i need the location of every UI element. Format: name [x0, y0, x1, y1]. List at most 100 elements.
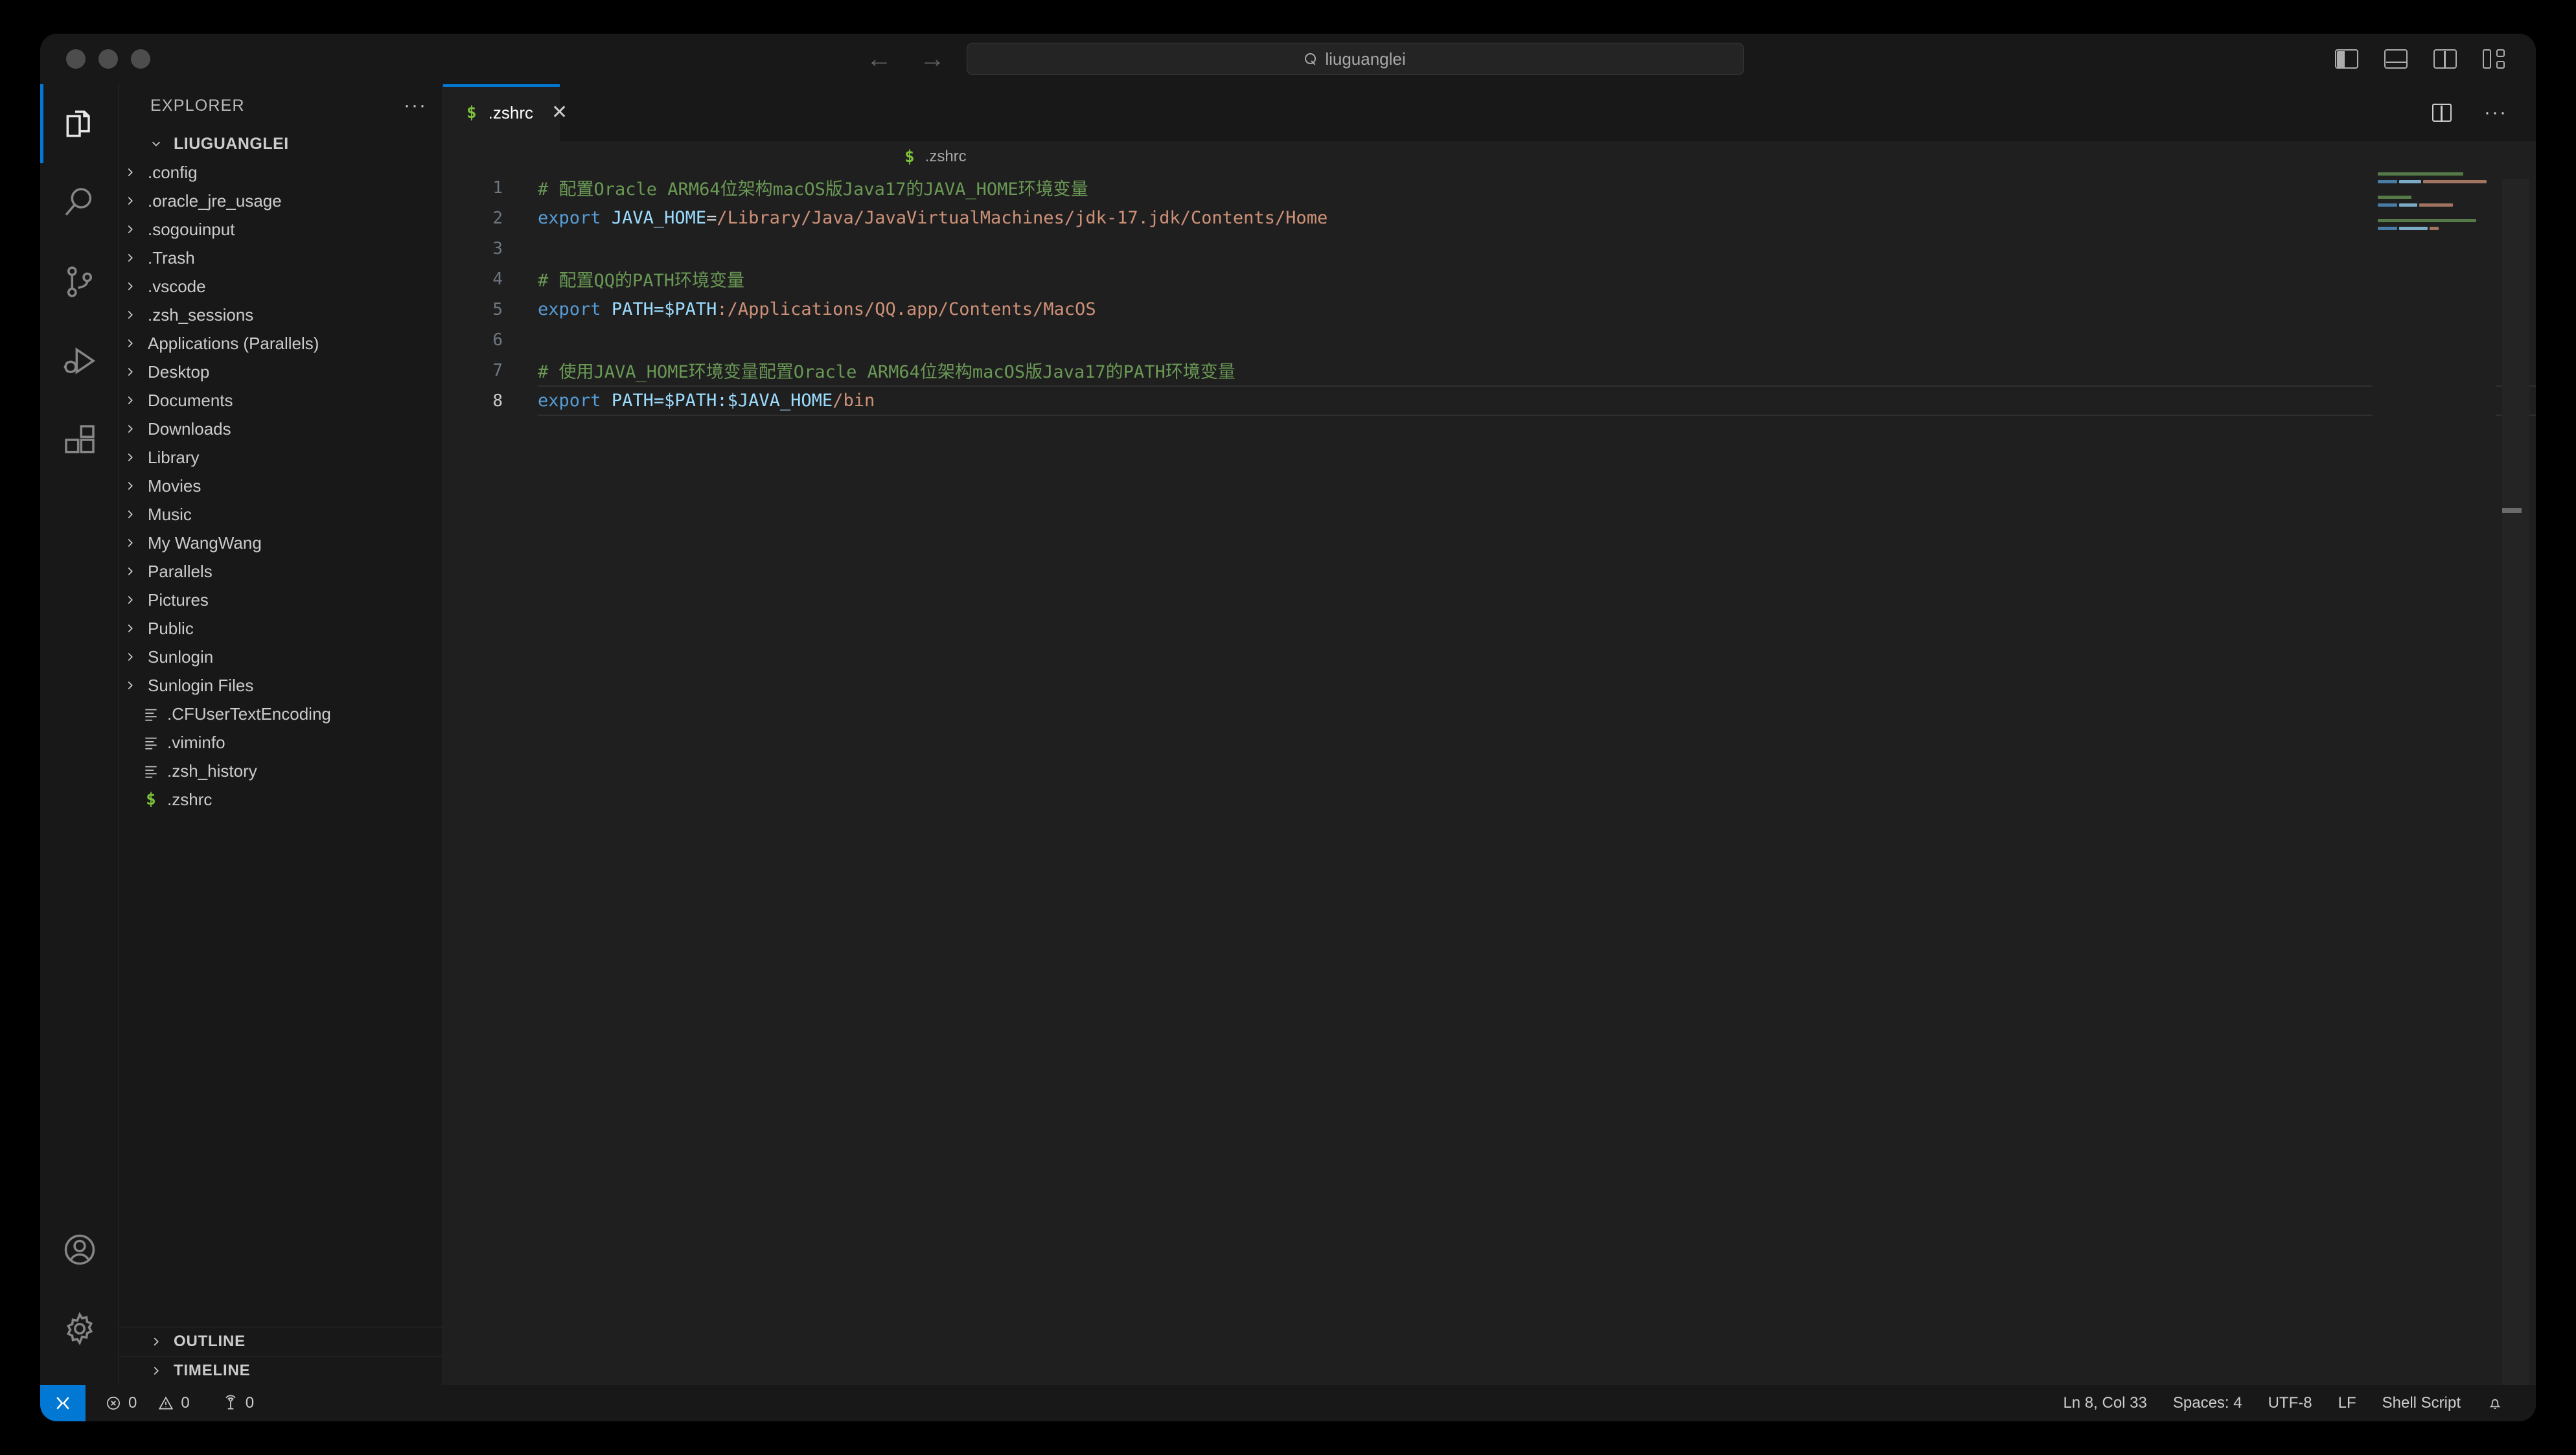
close-tab-icon[interactable]: ✕ — [551, 103, 568, 122]
customize-layout-icon[interactable] — [2483, 49, 2505, 69]
editor-tab-zshrc[interactable]: $ .zshrc ✕ — [443, 84, 568, 141]
section-timeline[interactable]: TIMELINE — [119, 1356, 443, 1385]
back-arrow-icon[interactable]: ← — [866, 46, 892, 72]
toggle-panel-icon[interactable] — [2384, 49, 2408, 69]
tree-item[interactable]: .Trash — [119, 244, 443, 272]
chevron-right-icon — [119, 194, 141, 208]
chevron-down-icon — [145, 137, 167, 151]
explorer-header: EXPLORER ··· — [119, 84, 443, 127]
file-icon — [141, 734, 161, 751]
tree-item[interactable]: Movies — [119, 472, 443, 500]
tree-item[interactable]: .zsh_sessions — [119, 301, 443, 329]
forwarded-ports[interactable]: 0 — [212, 1385, 264, 1421]
minimize-window-button[interactable] — [98, 49, 118, 69]
chevron-right-icon — [119, 365, 141, 379]
activity-item-extensions[interactable] — [40, 400, 119, 479]
problems-errors[interactable]: 0 — [95, 1385, 147, 1421]
extensions-icon — [64, 425, 95, 453]
status-language-mode[interactable]: Shell Script — [2369, 1385, 2474, 1421]
remote-window-icon — [56, 1397, 69, 1410]
split-editor-icon[interactable] — [2432, 104, 2452, 122]
tree-item-label: Documents — [148, 390, 233, 410]
tree-item[interactable]: Documents — [119, 386, 443, 415]
tree-item[interactable]: .config — [119, 158, 443, 187]
code-editor[interactable]: 1 # 配置Oracle ARM64位架构macOS版Java17的JAVA_HO… — [443, 172, 2536, 1385]
tree-item[interactable]: .vscode — [119, 272, 443, 301]
tree-item[interactable]: Sunlogin Files — [119, 671, 443, 700]
explorer-sidebar: EXPLORER ··· LIUGUANGLEI .config .oracle_… — [119, 84, 443, 1385]
tree-item[interactable]: Downloads — [119, 415, 443, 443]
status-cursor-position[interactable]: Ln 8, Col 33 — [2050, 1385, 2159, 1421]
tree-item-label: .vscode — [148, 276, 206, 296]
activity-item-search[interactable] — [40, 163, 119, 242]
tree-item[interactable]: Applications (Parallels) — [119, 329, 443, 358]
file-icon — [141, 705, 161, 722]
status-eol[interactable]: LF — [2325, 1385, 2369, 1421]
tree-item-label: .config — [148, 162, 198, 182]
tree-item[interactable]: Pictures — [119, 586, 443, 614]
tree-item-label: My WangWang — [148, 533, 262, 553]
editor-vertical-scrollbar[interactable] — [2496, 172, 2536, 1385]
activity-item-explorer[interactable] — [40, 84, 119, 163]
shell-script-icon: $ — [146, 790, 156, 809]
tree-item[interactable]: Parallels — [119, 557, 443, 586]
tree-item[interactable]: Sunlogin — [119, 643, 443, 671]
tree-item[interactable]: .viminfo — [119, 728, 443, 757]
status-indentation[interactable]: Spaces: 4 — [2160, 1385, 2255, 1421]
explorer-more-actions-icon[interactable]: ··· — [404, 96, 427, 115]
close-window-button[interactable] — [66, 49, 86, 69]
line-number: 7 — [492, 360, 503, 380]
tree-item[interactable]: Music — [119, 500, 443, 529]
tree-item[interactable]: My WangWang — [119, 529, 443, 557]
tree-item-label: .zsh_history — [167, 761, 257, 781]
activity-item-accounts[interactable] — [40, 1210, 119, 1289]
tree-item-label: Downloads — [148, 418, 231, 439]
line-number: 5 — [492, 299, 503, 319]
section-outline-label: OUTLINE — [174, 1333, 246, 1350]
tree-item[interactable]: Public — [119, 614, 443, 643]
problems-warnings[interactable]: 0 — [147, 1385, 200, 1421]
scrollbar-track — [2502, 179, 2529, 1385]
warning-count: 0 — [181, 1394, 190, 1412]
toggle-secondary-sidebar-icon[interactable] — [2433, 49, 2457, 69]
line-number: 2 — [492, 208, 503, 228]
source-control-icon — [67, 266, 92, 297]
ports-count: 0 — [245, 1394, 255, 1412]
toggle-primary-sidebar-icon[interactable] — [2335, 49, 2358, 69]
status-encoding[interactable]: UTF-8 — [2255, 1385, 2325, 1421]
tree-item[interactable]: $ .zshrc — [119, 785, 443, 814]
activity-item-manage[interactable] — [40, 1289, 119, 1368]
chevron-right-icon — [119, 593, 141, 607]
activity-item-source-control[interactable] — [40, 242, 119, 321]
editor-area: $ .zshrc ✕ ··· $ .zshrc 1 # 配置Oracle ARM6… — [443, 84, 2536, 1385]
forward-arrow-icon[interactable]: → — [919, 46, 945, 72]
tree-item[interactable]: .oracle_jre_usage — [119, 187, 443, 215]
chevron-right-icon — [119, 650, 141, 664]
breadcrumb-label[interactable]: .zshrc — [925, 148, 967, 166]
chevron-right-icon — [119, 507, 141, 521]
code-line: 2 export JAVA_HOME=/Library/Java/JavaVirt… — [443, 203, 2536, 233]
shell-script-icon: $ — [466, 103, 477, 122]
tree-item[interactable]: .sogouinput — [119, 215, 443, 244]
command-center[interactable]: liuguanglei — [967, 43, 1744, 75]
line-number: 8 — [492, 391, 503, 411]
line-number: 4 — [492, 269, 503, 289]
code-line: 6 — [443, 325, 2536, 355]
tree-item[interactable]: Library — [119, 443, 443, 472]
tree-item[interactable]: Desktop — [119, 358, 443, 386]
search-icon — [65, 188, 91, 216]
tree-item[interactable]: .zsh_history — [119, 757, 443, 785]
maximize-window-button[interactable] — [131, 49, 150, 69]
chevron-right-icon — [119, 564, 141, 579]
remote-window-button[interactable] — [40, 1385, 86, 1421]
chevron-right-icon — [119, 536, 141, 550]
files-icon — [66, 110, 90, 137]
section-outline[interactable]: OUTLINE — [119, 1327, 443, 1356]
editor-more-actions-icon[interactable]: ··· — [2484, 103, 2507, 122]
notifications-bell[interactable] — [2474, 1385, 2516, 1421]
tree-item-label: .zsh_sessions — [148, 304, 254, 325]
activity-item-run-and-debug[interactable] — [40, 321, 119, 400]
tree-item[interactable]: .CFUserTextEncoding — [119, 700, 443, 728]
code-line: 7 # 使用JAVA_HOME环境变量配置Oracle ARM64位架构macOS… — [443, 355, 2536, 385]
tree-root-folder[interactable]: LIUGUANGLEI — [119, 130, 443, 158]
